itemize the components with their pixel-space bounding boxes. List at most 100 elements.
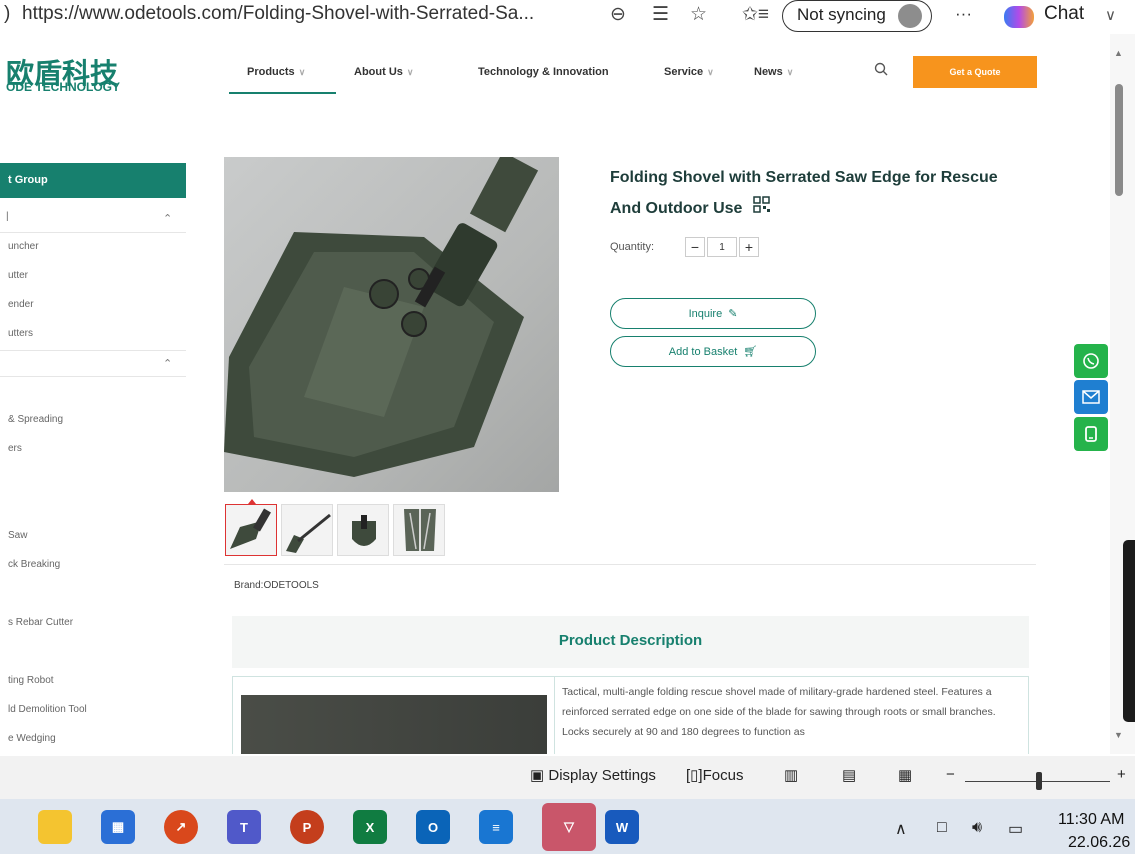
focus-icon: [▯] [686, 767, 703, 784]
chevron-down-icon[interactable]: ∨ [1105, 6, 1116, 24]
reading-view-icon[interactable]: ▥ [784, 766, 798, 784]
quantity-increase-button[interactable]: + [739, 237, 759, 257]
copilot-icon[interactable] [1004, 6, 1034, 28]
chevron-down-icon: ∨ [406, 67, 414, 77]
description-heading: Product Description [558, 632, 703, 649]
nav-news[interactable]: News ∨ [754, 66, 793, 78]
reader-view-icon[interactable]: ☰ [652, 3, 669, 26]
logo-english[interactable]: ODE TECHNOLOGY [6, 80, 120, 94]
active-nav-underline [229, 92, 336, 94]
favorite-star-icon[interactable]: ☆ [690, 3, 707, 26]
favorites-list-icon[interactable]: ✩≡ [742, 3, 769, 26]
search-icon[interactable] [874, 62, 888, 80]
chat-button-label[interactable]: Chat [1044, 3, 1084, 25]
whatsapp-icon[interactable] [1074, 344, 1108, 378]
store-icon[interactable]: ▦ [101, 810, 135, 844]
edit-icon: ✎ [728, 308, 738, 320]
focus-label: Focus [702, 767, 744, 784]
sidebar-item[interactable]: Saw [8, 530, 27, 541]
outlook-icon[interactable]: O [416, 810, 450, 844]
sidebar-item[interactable]: ting Robot [8, 675, 54, 686]
taskbar: ▦ ↗ T P X O ≡ ▽ W ∧ □ 🔊︎ ▭ 11:30 AM 22.0… [0, 799, 1135, 854]
display-settings-label: Display Settings [548, 767, 656, 784]
more-menu-button[interactable]: ··· [955, 4, 972, 24]
vpn-app-icon[interactable]: ▽ [542, 803, 596, 851]
sidebar-item[interactable]: ender [8, 299, 34, 310]
word-icon[interactable]: W [605, 810, 639, 844]
sidebar-item[interactable]: uncher [8, 241, 39, 252]
sidebar-item[interactable]: & Spreading [8, 414, 63, 425]
sidebar-item[interactable]: ers [8, 443, 22, 454]
zoom-out-button[interactable]: − [946, 766, 955, 783]
sync-status-button[interactable]: Not syncing [782, 0, 932, 32]
reader-toolbar: ▣ Display Settings [▯]Focus ▥ ▤ ▦ − + [0, 756, 1135, 799]
sidebar-item[interactable]: utters [8, 328, 33, 339]
thumbnail-4[interactable] [393, 504, 445, 556]
scroll-up-icon[interactable]: ▲ [1114, 48, 1123, 58]
sidebar-item[interactable]: ld Demolition Tool [8, 704, 87, 715]
product-main-image[interactable] [224, 157, 559, 492]
nav-technology-label: Technology & Innovation [478, 66, 609, 78]
thumbnail-2[interactable] [281, 504, 333, 556]
nav-service[interactable]: Service ∨ [664, 66, 714, 78]
caret-up-icon[interactable]: ⌃ [163, 212, 172, 225]
brand-label: Brand:ODETOOLS [234, 580, 319, 591]
sidebar-divider [0, 350, 186, 351]
inquire-button[interactable]: Inquire ✎ [610, 298, 816, 329]
address-bar-url[interactable]: https://www.odetools.com/Folding-Shovel-… [22, 3, 534, 25]
quantity-decrease-button[interactable]: − [685, 237, 705, 257]
phone-icon[interactable] [1074, 417, 1108, 451]
description-table: Tactical, multi-angle folding rescue sho… [232, 676, 1029, 754]
zoom-slider-knob[interactable] [1036, 772, 1042, 790]
divider [224, 564, 1036, 565]
nav-products[interactable]: Products ∨ [247, 66, 305, 78]
sidebar-item[interactable]: e Wedging [8, 733, 56, 744]
sidebar-item[interactable]: s Rebar Cutter [8, 617, 73, 628]
excel-icon[interactable]: X [353, 810, 387, 844]
zoom-icon[interactable]: ⊖ [610, 3, 626, 26]
caret-up-icon[interactable]: ⌃ [163, 357, 172, 370]
side-panel-strip[interactable] [1123, 540, 1135, 722]
sidebar-heading-label: t Group [8, 174, 48, 186]
thumbnail-3[interactable] [337, 504, 389, 556]
sidebar-heading[interactable]: t Group [0, 163, 186, 198]
scroll-down-icon[interactable]: ▼ [1114, 730, 1123, 740]
table-divider [554, 677, 555, 754]
display-settings-button[interactable]: ▣ Display Settings [530, 766, 656, 784]
inquire-label: Inquire [688, 307, 723, 320]
sidebar-divider [0, 376, 186, 377]
focus-button[interactable]: [▯]Focus [686, 766, 743, 784]
remote-desktop-icon[interactable]: ↗ [164, 810, 198, 844]
teams-icon[interactable]: T [227, 810, 261, 844]
nav-service-label: Service [664, 66, 704, 78]
clock-time[interactable]: 11:30 AM [1058, 811, 1124, 829]
chevron-up-icon[interactable]: ∧ [895, 819, 907, 839]
nav-about[interactable]: About Us ∨ [354, 66, 413, 78]
thumbnail-1[interactable] [225, 504, 277, 556]
add-to-basket-button[interactable]: Add to Basket 🛒︎ [610, 336, 816, 367]
web-layout-icon[interactable]: ▦ [898, 766, 912, 784]
print-layout-icon[interactable]: ▤ [842, 766, 856, 784]
network-icon[interactable]: □ [937, 819, 947, 837]
qr-code-icon[interactable] [753, 193, 770, 224]
product-title-text: Folding Shovel with Serrated Saw Edge fo… [610, 169, 998, 217]
sidebar-item[interactable]: utter [8, 270, 28, 281]
product-title: Folding Shovel with Serrated Saw Edge fo… [610, 162, 1010, 224]
cart-icon: 🛒︎ [743, 346, 758, 358]
description-header: Product Description [232, 616, 1029, 668]
display-settings-icon: ▣ [530, 767, 545, 784]
battery-icon[interactable]: ▭ [1008, 819, 1023, 839]
sidebar-item[interactable]: ck Breaking [8, 559, 60, 570]
notepad-icon[interactable]: ≡ [479, 810, 513, 844]
email-icon[interactable] [1074, 380, 1108, 414]
volume-icon[interactable]: 🔊︎ [972, 819, 982, 837]
scrollbar-thumb[interactable] [1115, 84, 1123, 196]
zoom-in-button[interactable]: + [1117, 766, 1126, 783]
quantity-input[interactable]: 1 [707, 237, 737, 257]
clock-date[interactable]: 22.06.26 [1068, 834, 1130, 852]
get-quote-button[interactable]: Get a Quote [913, 56, 1037, 88]
quantity-label: Quantity: [610, 241, 655, 253]
file-explorer-icon[interactable] [38, 810, 72, 844]
nav-technology[interactable]: Technology & Innovation [478, 66, 609, 78]
powerpoint-icon[interactable]: P [290, 810, 324, 844]
